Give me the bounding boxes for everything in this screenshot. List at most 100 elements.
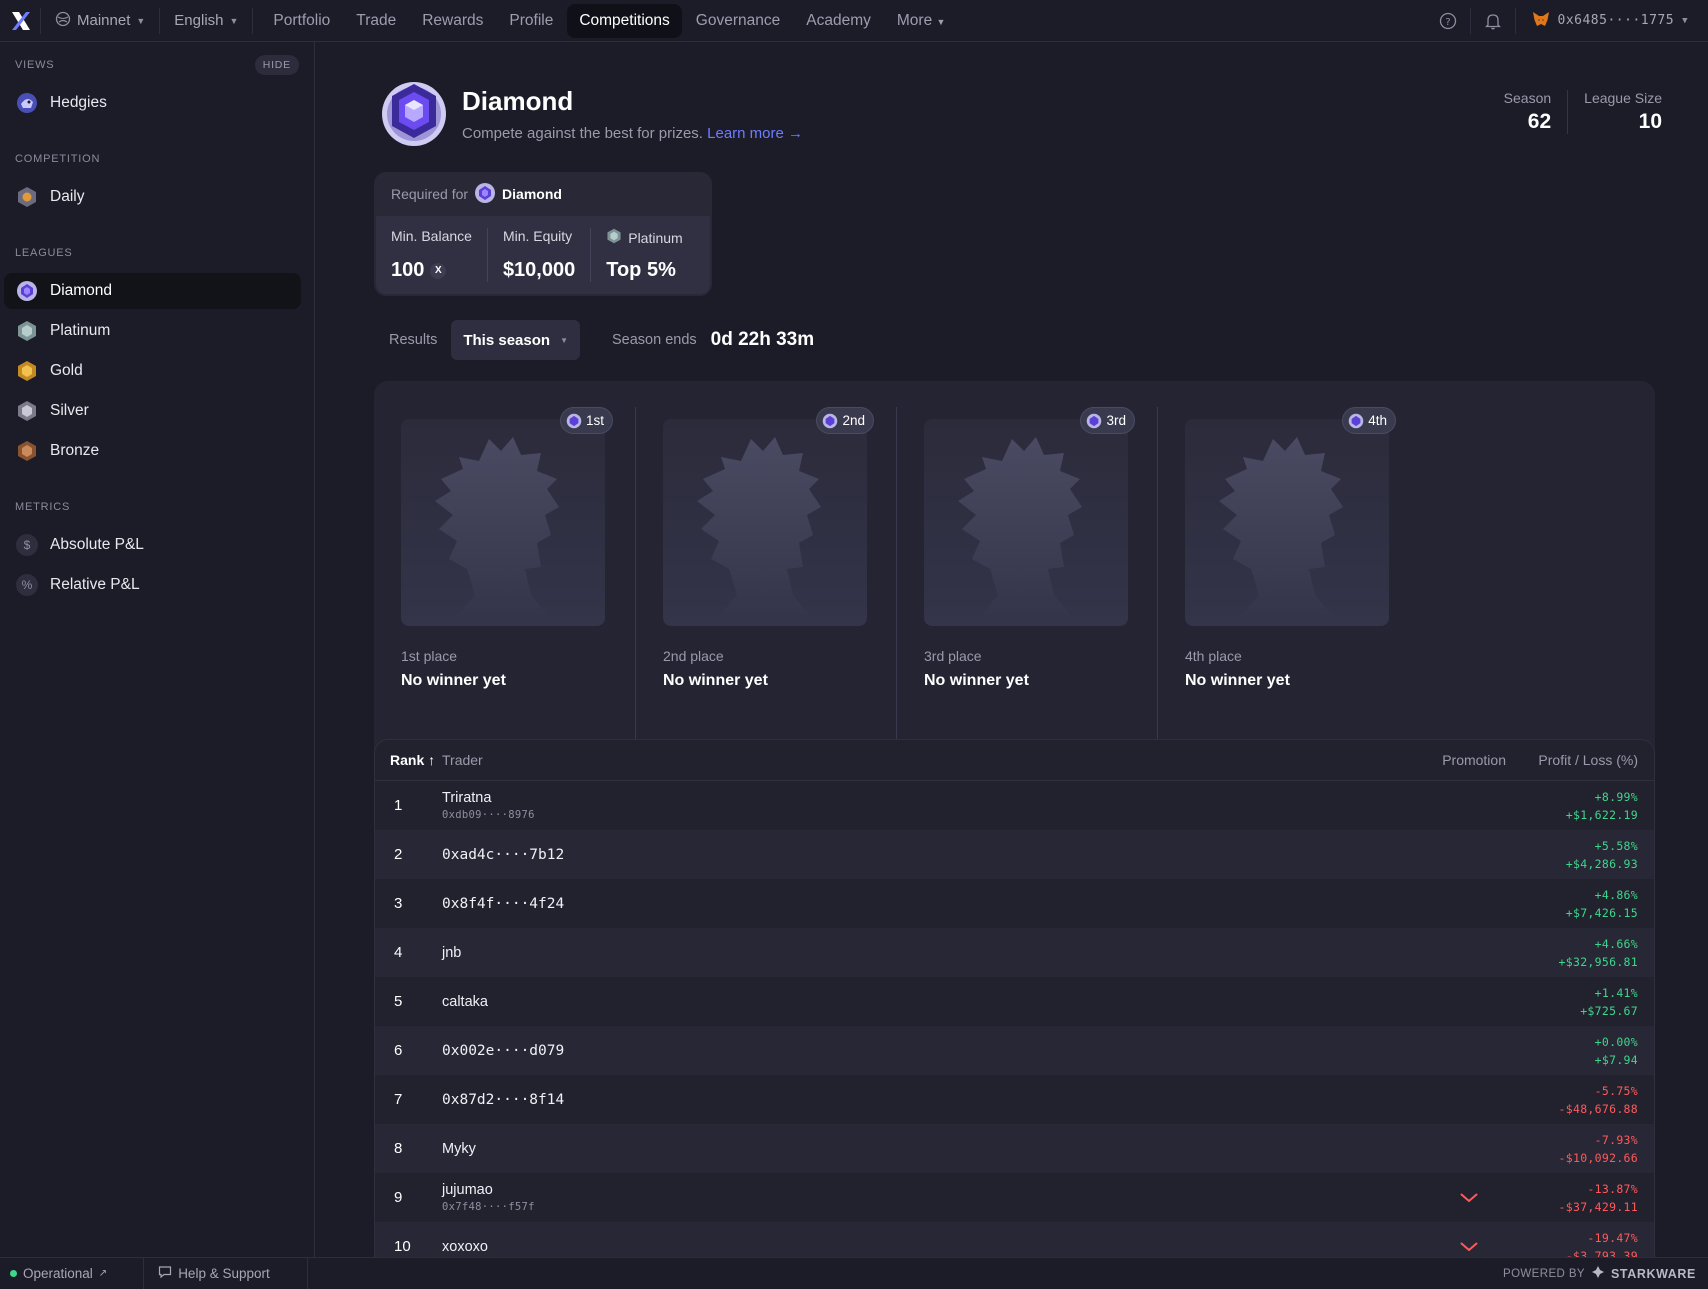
nav-academy[interactable]: Academy	[794, 4, 883, 38]
trader-name[interactable]: jnb	[442, 945, 1426, 961]
metamask-fox-icon	[1532, 11, 1550, 31]
place-label: 1st place	[401, 648, 458, 664]
trader-name[interactable]: Triratna	[442, 790, 1426, 806]
sidebar-item-hedgies[interactable]: Hedgies	[4, 85, 301, 121]
table-row[interactable]: 10 xoxoxo -19.47% -$3,793.39	[375, 1222, 1654, 1259]
table-row[interactable]: 4 jnb +4.66% +$32,956.81	[375, 928, 1654, 977]
season-select[interactable]: This season ▼	[451, 320, 580, 360]
section-label: COMPETITION	[15, 153, 101, 165]
chevron-down-icon: ▼	[560, 335, 568, 345]
chevron-down-icon: ▼	[136, 15, 146, 26]
pl-absolute: +$4,286.93	[1565, 856, 1638, 871]
sidebar-item-absolute-pl[interactable]: $ Absolute P&L	[4, 527, 301, 563]
sidebar-item-label: Relative P&L	[50, 576, 140, 593]
sidebar-item-bronze[interactable]: Bronze	[4, 433, 301, 469]
trader-address: 0x7f48····f57f	[442, 1201, 535, 1213]
pl-absolute: -$37,429.11	[1558, 1199, 1638, 1214]
trader-name[interactable]: caltaka	[442, 994, 1426, 1010]
language-select[interactable]: English ▼	[160, 0, 252, 42]
nav-more[interactable]: More ▼	[885, 4, 958, 38]
sidebar-item-daily[interactable]: Daily	[4, 179, 301, 215]
table-row[interactable]: 3 0x8f4f····4f24 +4.86% +$7,426.15	[375, 879, 1654, 928]
season-select-value: This season	[463, 331, 551, 349]
subtitle-text: Compete against the best for prizes.	[462, 124, 703, 142]
table-row[interactable]: 2 0xad4c····7b12 +5.58% +$4,286.93	[375, 830, 1654, 879]
sidebar-item-label: Hedgies	[50, 94, 107, 111]
trader-name[interactable]: 0x8f4f····4f24	[442, 896, 1426, 912]
pl-cell: +8.99% +$1,622.19	[1528, 788, 1654, 824]
powered-by: POWERED BY STARKWARE	[1503, 1265, 1708, 1282]
place-label: 3rd place	[924, 648, 982, 664]
winner-placeholder-card	[1185, 419, 1389, 626]
pl-percent: +4.86%	[1594, 887, 1638, 902]
platinum-label: Platinum	[628, 229, 683, 246]
sidebar-item-label: Bronze	[50, 442, 100, 459]
learn-more-link[interactable]: Learn more →	[707, 125, 803, 142]
trader-name[interactable]: xoxoxo	[442, 1239, 1426, 1255]
chat-bubble-icon	[158, 1265, 172, 1282]
league-size-label: League Size	[1584, 90, 1662, 106]
pl-percent: +5.58%	[1594, 838, 1638, 853]
rank-cell: 5	[394, 993, 403, 1010]
table-row[interactable]: 9 jujumao 0x7f48····f57f -13.87% -$37,429.11	[375, 1173, 1654, 1222]
min-balance: Min. Balance 100 X	[376, 228, 487, 282]
page-subtitle: Compete against the best for prizes. Lea…	[462, 125, 803, 142]
sidebar-item-platinum[interactable]: Platinum	[4, 313, 301, 349]
trader-name[interactable]: Myky	[442, 1141, 1426, 1157]
starkware-logo-icon	[1591, 1265, 1605, 1282]
nav-governance[interactable]: Governance	[684, 4, 792, 38]
table-row[interactable]: 6 0x002e····d079 +0.00% +$7.94	[375, 1026, 1654, 1075]
help-support-link[interactable]: Help & Support	[144, 1265, 280, 1282]
sidebar-item-gold[interactable]: Gold	[4, 353, 301, 389]
rank-cell: 7	[394, 1091, 403, 1108]
nav-rewards[interactable]: Rewards	[410, 4, 495, 38]
table-row[interactable]: 1 Triratna 0xdb09····8976 +8.99% +$1,622.19	[375, 781, 1654, 830]
footer: Operational ↗ Help & Support POWERED BY …	[0, 1257, 1708, 1289]
help-icon[interactable]: ?	[1426, 0, 1470, 42]
status-link[interactable]: Operational ↗	[0, 1266, 117, 1281]
rank-chip-label: 4th	[1368, 413, 1387, 428]
nav-profile[interactable]: Profile	[497, 4, 565, 38]
sidebar-item-relative-pl[interactable]: % Relative P&L	[4, 567, 301, 603]
network-select[interactable]: Mainnet ▼	[41, 0, 159, 42]
pl-percent: +0.00%	[1594, 1034, 1638, 1049]
hide-button[interactable]: HIDE	[254, 55, 299, 75]
table-row[interactable]: 8 Myky -7.93% -$10,092.66	[375, 1124, 1654, 1173]
table-row[interactable]: 7 0x87d2····8f14 -5.75% -$48,676.88	[375, 1075, 1654, 1124]
trader-name[interactable]: 0xad4c····7b12	[442, 847, 1426, 863]
pl-cell: +4.86% +$7,426.15	[1528, 886, 1654, 922]
podium: 1st 1st place No winner yet 2nd 2nd plac…	[374, 381, 1655, 761]
pl-cell: -19.47% -$3,793.39	[1528, 1229, 1654, 1259]
trader-cell: Triratna 0xdb09····8976	[442, 790, 1426, 821]
pl-absolute: +$32,956.81	[1558, 954, 1638, 969]
table-row[interactable]: 5 caltaka +1.41% +$725.67	[375, 977, 1654, 1026]
min-equity-value: $10,000	[502, 259, 576, 281]
wallet-button[interactable]: 0x6485····1775 ▼	[1516, 11, 1708, 31]
pl-percent: -13.87%	[1587, 1181, 1638, 1196]
main-nav: Portfolio Trade Rewards Profile Competit…	[253, 3, 958, 38]
bell-icon[interactable]	[1471, 0, 1515, 42]
season-countdown: 0d 22h 33m	[710, 329, 815, 350]
trader-cell: 0x8f4f····4f24	[442, 896, 1426, 912]
rank-chip: 3rd	[1080, 407, 1135, 434]
trader-name[interactable]: jujumao	[442, 1182, 1426, 1198]
trader-cell: 0x002e····d079	[442, 1043, 1426, 1059]
sidebar-item-silver[interactable]: Silver	[4, 393, 301, 429]
platinum-badge-icon	[16, 320, 38, 342]
sidebar-item-diamond[interactable]: Diamond	[4, 273, 301, 309]
nav-trade[interactable]: Trade	[344, 4, 408, 38]
dydx-logo[interactable]	[2, 0, 40, 42]
dydx-token-icon: X	[430, 262, 447, 279]
pl-cell: +5.58% +$4,286.93	[1528, 837, 1654, 873]
sidebar-item-label: Diamond	[50, 282, 113, 299]
winner-placeholder-card	[401, 419, 605, 626]
rank-column-header[interactable]: Rank ↑	[375, 752, 442, 768]
nav-competitions[interactable]: Competitions	[567, 3, 682, 38]
hedgie-silhouette-icon	[697, 437, 821, 619]
sidebar-item-label: Silver	[50, 402, 89, 419]
pl-cell: -13.87% -$37,429.11	[1528, 1180, 1654, 1216]
trader-name[interactable]: 0x87d2····8f14	[442, 1092, 1426, 1108]
trader-name[interactable]: 0x002e····d079	[442, 1043, 1426, 1059]
nav-portfolio[interactable]: Portfolio	[261, 4, 342, 38]
pl-column-header[interactable]: Profit / Loss (%)	[1528, 752, 1654, 768]
